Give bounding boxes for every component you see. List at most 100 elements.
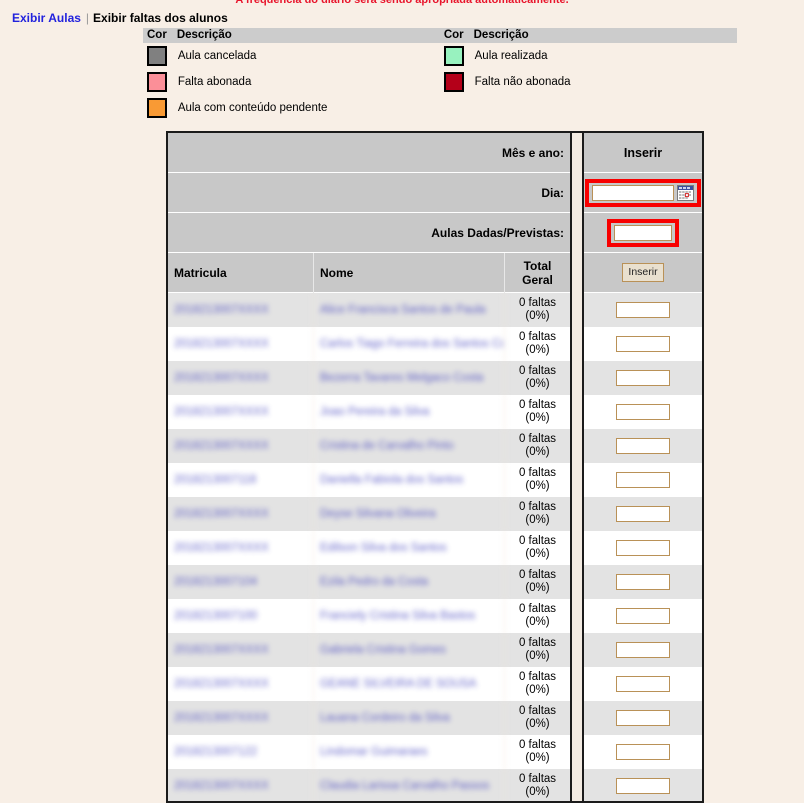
cell-nome[interactable]: Deyse Silvana Oliveira (314, 497, 505, 531)
cell-total-geral: 0 faltas (0%) (505, 497, 570, 531)
cell-total-geral: 0 faltas (0%) (505, 429, 570, 463)
cell-matricula[interactable]: 2018213007XXXX (168, 395, 314, 429)
faltas-input[interactable] (616, 642, 670, 658)
table-row: 2018213007XXXX Claudia Larissa Carvalho P… (168, 769, 570, 801)
cell-total-geral: 0 faltas (0%) (505, 735, 570, 769)
cell-nome[interactable]: Lindomar Guimaraes (314, 735, 505, 769)
faltas-input[interactable] (616, 710, 670, 726)
faltas-percent: (0%) (525, 548, 550, 560)
row-aulas-dadas-previstas: Aulas Dadas/Previstas: (168, 213, 570, 253)
faltas-input[interactable] (616, 404, 670, 420)
faltas-input[interactable] (616, 540, 670, 556)
faltas-input[interactable] (616, 302, 670, 318)
faltas-percent: (0%) (525, 446, 550, 458)
dia-input-highlight (585, 178, 701, 207)
faltas-percent: (0%) (525, 752, 550, 764)
insert-input-cell (584, 735, 702, 769)
cell-total-geral: 0 faltas (0%) (505, 633, 570, 667)
insert-input-cell (584, 769, 702, 801)
faltas-input[interactable] (616, 506, 670, 522)
cell-nome[interactable]: Gabriela Cristina Gomes (314, 633, 505, 667)
legend-label-aula-conteudo-pendente: Aula com conteúdo pendente (177, 102, 328, 114)
insert-input-cell (584, 701, 702, 735)
faltas-input[interactable] (616, 574, 670, 590)
faltas-input[interactable] (616, 778, 670, 794)
cell-matricula[interactable]: 2018213007XXXX (168, 293, 314, 327)
cell-nome[interactable]: Lauana Cordeiro da Silva (314, 701, 505, 735)
cell-total-geral: 0 faltas (0%) (505, 395, 570, 429)
dia-input[interactable] (592, 184, 674, 201)
faltas-input[interactable] (616, 676, 670, 692)
faltas-percent: (0%) (525, 514, 550, 526)
table-row: 2018213007XXXX Cristina de Carvalho Pinto… (168, 429, 570, 463)
cell-nome[interactable]: Alice Francisca Santos de Paula (314, 293, 505, 327)
cell-matricula[interactable]: 2018213007XXXX (168, 327, 314, 361)
swatch-aula-conteudo-pendente (147, 98, 168, 118)
calendar-icon[interactable] (677, 184, 694, 201)
cell-nome[interactable]: Franciely Cristina Silva Bastos (314, 599, 505, 633)
cell-matricula[interactable]: 2018213007XXXX (168, 633, 314, 667)
label-aulas-dadas-previstas: Aulas Dadas/Previstas: (431, 225, 564, 240)
cell-nome[interactable]: Carlos Tiago Ferreira dos Santos Costa (314, 327, 505, 361)
legend-empty-cell (469, 95, 737, 121)
page-nav-links: Exibir Aulas | Exibir faltas dos alunos (12, 10, 228, 26)
cell-matricula[interactable]: 2018213007XXXX (168, 701, 314, 735)
legend-header-desc-left: Descrição (171, 28, 440, 43)
legend-row: Aula cancelada Aula realizada (143, 43, 737, 69)
faltas-count: 0 faltas (518, 739, 557, 751)
cell-matricula[interactable]: 2018213007XXXX (168, 769, 314, 801)
dia-input-row (584, 173, 702, 213)
legend-row: Aula com conteúdo pendente (143, 95, 737, 121)
insert-button-row: Inserir (584, 253, 702, 293)
panel-left-column: Mês e ano: Dia: Aulas Dadas/Previstas: M… (168, 133, 572, 801)
cell-nome[interactable]: Edilson Silva dos Santos (314, 531, 505, 565)
faltas-count: 0 faltas (518, 399, 557, 411)
cell-matricula[interactable]: 2018213007XXXX (168, 497, 314, 531)
insert-column-title-row: Inserir (584, 133, 702, 173)
cell-nome[interactable]: Daniella Fabiola dos Santos (314, 463, 505, 497)
cell-matricula[interactable]: 2018213007122 (168, 735, 314, 769)
legend-header-row: Cor Descrição Cor Descrição (143, 28, 737, 43)
cell-nome[interactable]: Cristina de Carvalho Pinto (314, 429, 505, 463)
cell-matricula[interactable]: 2018213007XXXX (168, 429, 314, 463)
swatch-aula-cancelada (147, 46, 168, 66)
cell-nome[interactable]: Joao Pereira da Silva (314, 395, 505, 429)
nav-link-exibir-aulas[interactable]: Exibir Aulas (12, 11, 81, 25)
faltas-count: 0 faltas (518, 705, 557, 717)
legend-swatch-cell (143, 69, 172, 95)
panel-right-column: Inserir Inserir (584, 133, 702, 801)
frequency-notice: A frequência do diário será sendo apropr… (235, 0, 569, 6)
cell-matricula[interactable]: 2018213007104 (168, 565, 314, 599)
faltas-percent: (0%) (525, 412, 550, 424)
cell-nome[interactable]: Ezila Pedro da Costa (314, 565, 505, 599)
aulas-dadas-previstas-input[interactable] (614, 224, 672, 241)
cell-nome[interactable]: GEANE SILVEIRA DE SOUSA (314, 667, 505, 701)
faltas-input[interactable] (616, 370, 670, 386)
insert-input-cell (584, 633, 702, 667)
faltas-percent: (0%) (525, 684, 550, 696)
inserir-button[interactable]: Inserir (622, 263, 664, 282)
cell-nome[interactable]: Claudia Larissa Carvalho Passos (314, 769, 505, 801)
cell-matricula[interactable]: 2018213007118 (168, 463, 314, 497)
table-row: 2018213007XXXX GEANE SILVEIRA DE SOUSA 0 f… (168, 667, 570, 701)
faltas-count: 0 faltas (518, 433, 557, 445)
insert-input-cell (584, 531, 702, 565)
faltas-count: 0 faltas (518, 365, 557, 377)
cell-nome[interactable]: Bezerra Tavares Melgaco Costa (314, 361, 505, 395)
faltas-input[interactable] (616, 472, 670, 488)
faltas-input[interactable] (616, 608, 670, 624)
table-row: 2018213007XXXX Lauana Cordeiro da Silva 0 … (168, 701, 570, 735)
attendance-panel: Mês e ano: Dia: Aulas Dadas/Previstas: M… (166, 131, 704, 803)
faltas-input[interactable] (616, 336, 670, 352)
cell-matricula[interactable]: 2018213007XXXX (168, 361, 314, 395)
cell-matricula[interactable]: 2018213007XXXX (168, 667, 314, 701)
cell-total-geral: 0 faltas (0%) (505, 565, 570, 599)
faltas-input[interactable] (616, 744, 670, 760)
legend-header-desc-right: Descrição (468, 28, 737, 43)
cell-matricula[interactable]: 2018213007100 (168, 599, 314, 633)
table-row: 2018213007XXXX Carlos Tiago Ferreira dos … (168, 327, 570, 361)
cell-matricula[interactable]: 2018213007XXXX (168, 531, 314, 565)
faltas-input[interactable] (616, 438, 670, 454)
insert-column-title: Inserir (623, 145, 663, 160)
insert-input-cell (584, 429, 702, 463)
